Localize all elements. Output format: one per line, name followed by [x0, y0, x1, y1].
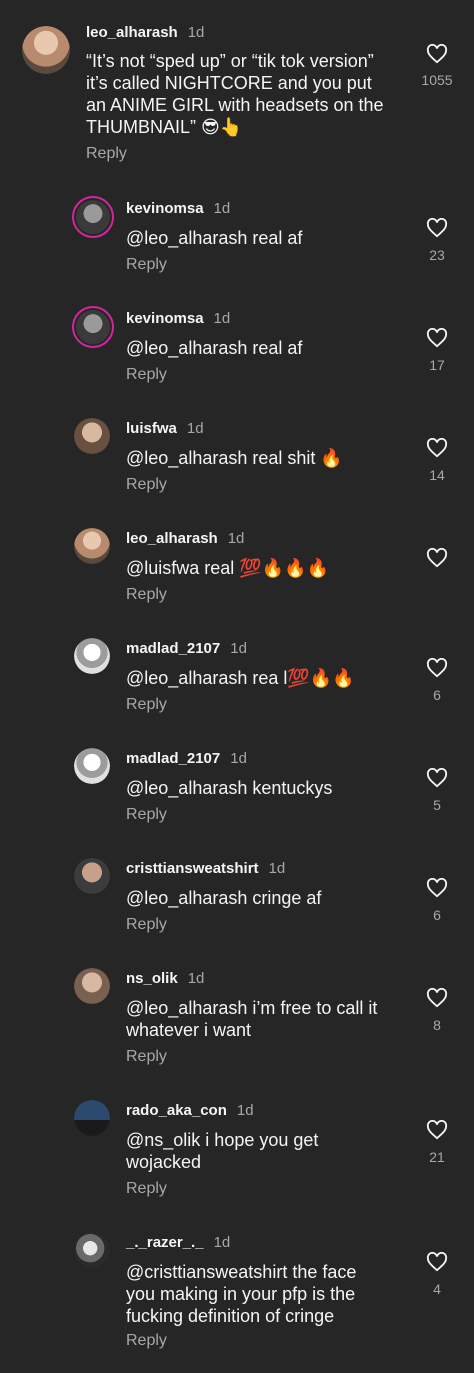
like-count: 5	[433, 797, 441, 813]
comment-time: 1d	[213, 200, 231, 217]
reply-button[interactable]: Reply	[126, 806, 167, 824]
comment-username[interactable]: leo_alharash	[126, 530, 218, 547]
avatar[interactable]	[74, 1232, 110, 1268]
comment-username[interactable]: madlad_2107	[126, 640, 220, 657]
heart-icon[interactable]	[426, 1120, 448, 1140]
comment-time: 1d	[213, 1234, 231, 1251]
avatar[interactable]	[74, 1100, 110, 1136]
comment-text: @leo_alharash rea l💯🔥🔥	[126, 668, 355, 688]
comment-time: 1d	[213, 310, 231, 327]
heart-icon[interactable]	[426, 1252, 448, 1272]
comment-username[interactable]: _._razer_._	[126, 1234, 204, 1251]
heart-icon[interactable]	[426, 878, 448, 898]
comment-text: @luisfwa real 💯🔥🔥🔥	[126, 558, 329, 578]
heart-icon[interactable]	[426, 988, 448, 1008]
heart-icon[interactable]	[426, 768, 448, 788]
reply-button[interactable]: Reply	[126, 1332, 167, 1350]
avatar[interactable]	[74, 968, 110, 1004]
comment-time: 1d	[187, 24, 205, 41]
like-count: 17	[429, 357, 445, 373]
heart-icon[interactable]	[426, 218, 448, 238]
heart-icon[interactable]	[426, 658, 448, 678]
heart-icon[interactable]	[426, 328, 448, 348]
comment-username[interactable]: madlad_2107	[126, 750, 220, 767]
avatar[interactable]	[72, 306, 114, 348]
comment-text: “It’s not “sped up” or “tik tok version”…	[86, 51, 384, 137]
like-count: 6	[433, 907, 441, 923]
comment-text: @leo_alharash kentuckys	[126, 778, 333, 798]
comment-username[interactable]: rado_aka_con	[126, 1102, 227, 1119]
avatar[interactable]	[74, 638, 110, 674]
reply-button[interactable]: Reply	[86, 145, 127, 163]
avatar[interactable]	[72, 196, 114, 238]
like-count: 6	[433, 687, 441, 703]
comment-text: @leo_alharash real af	[126, 228, 303, 248]
heart-icon[interactable]	[426, 44, 448, 64]
comment-time: 1d	[186, 420, 204, 437]
like-count: 8	[433, 1017, 441, 1033]
comment-text: @leo_alharash real shit 🔥	[126, 448, 343, 468]
avatar[interactable]	[74, 418, 110, 454]
reply-button[interactable]: Reply	[126, 916, 167, 934]
comment-time: 1d	[230, 640, 247, 657]
comment-time: 1d	[187, 970, 205, 987]
reply-button[interactable]: Reply	[126, 1048, 167, 1066]
reply-button[interactable]: Reply	[126, 1180, 167, 1198]
like-count: 4	[433, 1281, 441, 1297]
avatar[interactable]	[74, 858, 110, 894]
reply-button[interactable]: Reply	[126, 366, 167, 384]
comment-text: @leo_alharash i’m free to call it whatev…	[126, 998, 378, 1040]
heart-icon[interactable]	[426, 438, 448, 458]
comment-username[interactable]: cristtiansweatshirt	[126, 860, 259, 877]
reply-button[interactable]: Reply	[126, 586, 167, 604]
comment-text: @ns_olik i hope you get wojacked	[126, 1130, 319, 1172]
like-count: 23	[429, 247, 445, 263]
like-count: 1055	[421, 72, 453, 88]
comment-username[interactable]: kevinomsa	[126, 310, 204, 327]
like-count: 14	[429, 467, 445, 483]
like-count: 21	[429, 1149, 445, 1165]
comment-text: @cristtiansweatshirt the face you making…	[126, 1262, 357, 1326]
comment-time: 1d	[230, 750, 247, 767]
avatar[interactable]	[22, 26, 70, 74]
comment-username[interactable]: kevinomsa	[126, 200, 204, 217]
reply-button[interactable]: Reply	[126, 696, 167, 714]
comment-username[interactable]: leo_alharash	[86, 24, 178, 41]
comment-time: 1d	[236, 1102, 254, 1119]
avatar[interactable]	[74, 748, 110, 784]
heart-icon[interactable]	[426, 548, 448, 568]
comment-time: 1d	[227, 530, 245, 547]
reply-button[interactable]: Reply	[126, 476, 167, 494]
avatar[interactable]	[74, 528, 110, 564]
comment-username[interactable]: ns_olik	[126, 970, 178, 987]
reply-button[interactable]: Reply	[126, 256, 167, 274]
comment-time: 1d	[268, 860, 286, 877]
comment-text: @leo_alharash real af	[126, 338, 303, 358]
comment-text: @leo_alharash cringe af	[126, 888, 322, 908]
comment-username[interactable]: luisfwa	[126, 420, 177, 437]
